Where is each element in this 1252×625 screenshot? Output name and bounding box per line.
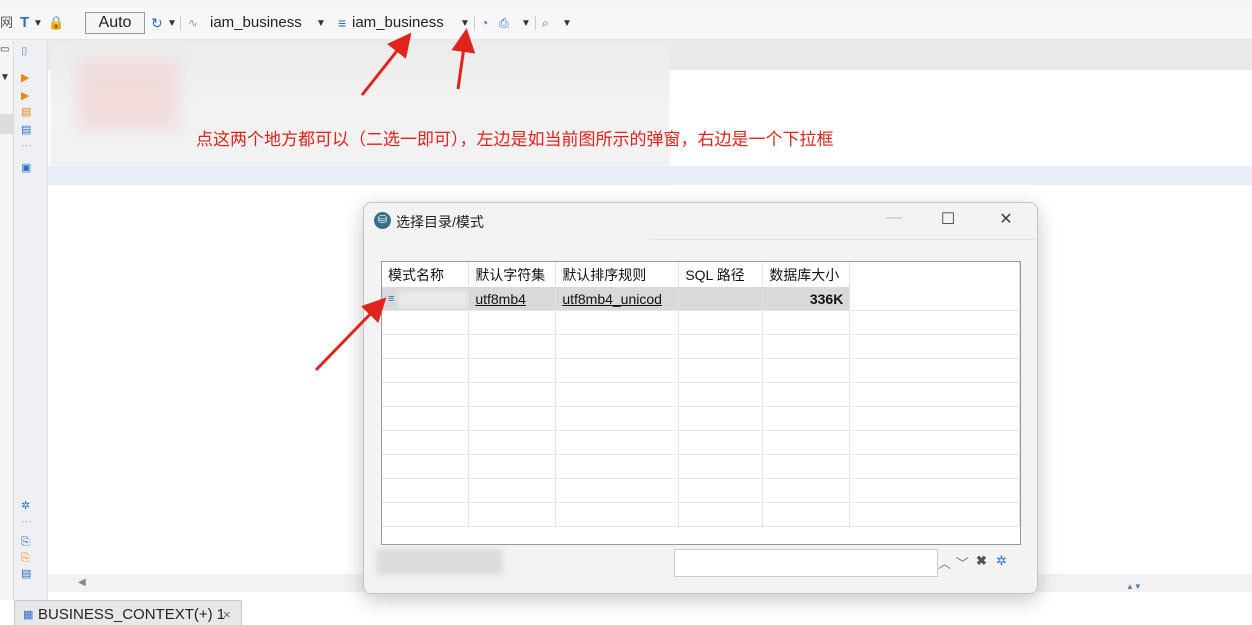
export-icon[interactable]: ⎘ (21, 536, 30, 548)
title-divider (650, 239, 1036, 240)
empty-row (382, 382, 1020, 407)
print-icon[interactable]: ⎙ (499, 13, 509, 33)
filter-settings-icon[interactable]: ✲ (996, 553, 1007, 569)
column-header-empty (849, 262, 1020, 287)
auto-commit-label: Auto (98, 14, 132, 31)
blurred-schema-name (398, 289, 468, 308)
editor-sidebar: ⌷ ▶ ▶ ▤ ▤ ⋯ ▣ ✲ ⋯ ⎘ ⎘ ▤ (14, 40, 48, 600)
empty-row (382, 358, 1020, 383)
clear-filter-icon[interactable]: ✖ (976, 553, 987, 569)
close-button[interactable]: ✕ (992, 209, 1020, 229)
execute-icon[interactable]: ▶ (21, 72, 29, 84)
explain-icon[interactable]: ▤ (21, 124, 31, 136)
connection-selector[interactable]: iam_business (210, 13, 302, 33)
history-icon[interactable]: ↻ (151, 13, 163, 33)
column-header[interactable]: 默认字符集 (468, 262, 557, 287)
chevron-down-icon[interactable]: ﹀ (956, 553, 969, 572)
sidebar-divider: ⋯ (21, 140, 32, 152)
execute-statement-icon[interactable]: ▶ (21, 90, 29, 102)
result-tab-label: BUSINESS_CONTEXT(+) 1 (38, 606, 226, 623)
table-header-row: 模式名称 默认字符集 默认排序规则 SQL 路径 数据库大小 (382, 262, 1020, 287)
scroll-left-icon[interactable]: ◀ (78, 577, 86, 588)
dialog-title: 选择目录/模式 (396, 214, 484, 230)
collation-cell[interactable]: utf8mb4_unicod (555, 287, 680, 311)
result-tab[interactable]: ▦ BUSINESS_CONTEXT(+) 1 × (14, 600, 242, 625)
filter-input[interactable] (674, 549, 938, 577)
search-icon[interactable]: ⌕ (542, 13, 549, 33)
charset-cell[interactable]: utf8mb4 (468, 287, 557, 311)
schema-selector[interactable]: iam_business (352, 13, 444, 33)
blurred-region-red (78, 60, 178, 130)
empty-row (382, 310, 1020, 335)
lock-icon[interactable]: 🔒 (48, 13, 64, 33)
schema-table: 模式名称 默认字符集 默认排序规则 SQL 路径 数据库大小 ≡ utf8mb4… (381, 261, 1021, 545)
toolbar-separator (180, 16, 181, 30)
history-dropdown-icon[interactable]: ▼ (167, 14, 177, 34)
annotation-text: 点这两个地方都可以（二选一即可），左边是如当前图所示的弹窗，右边是一个下拉框 (196, 130, 834, 149)
empty-cell (849, 287, 1020, 311)
empty-row (382, 502, 1020, 527)
sql-path-cell (678, 287, 764, 311)
scroll-right-icon[interactable]: ▲▼ (1126, 582, 1142, 591)
column-header[interactable]: 模式名称 (382, 262, 470, 287)
chevron-up-icon[interactable]: ︿ (938, 553, 951, 572)
sidebar-divider: ⋯ (21, 516, 32, 528)
table-row[interactable]: ≡ utf8mb4 utf8mb4_unicod 336K (382, 287, 1020, 311)
toolbar-separator (535, 16, 536, 30)
database-icon: ≡ (338, 15, 347, 31)
column-header[interactable]: 数据库大小 (762, 262, 851, 287)
text-format-icon[interactable]: T (20, 13, 29, 33)
toolbar-separator (474, 16, 475, 30)
import-icon[interactable]: ⎘ (21, 552, 30, 564)
panel-selection (0, 114, 13, 134)
empty-row (382, 334, 1020, 359)
size-cell: 336K (762, 287, 851, 311)
app-logo-icon: ⛁ (374, 212, 391, 229)
column-header[interactable]: 默认排序规则 (555, 262, 680, 287)
empty-row (382, 478, 1020, 503)
panel-collapse-icon[interactable]: ▼ (0, 72, 10, 83)
menu-strip (0, 0, 1252, 7)
connection-dropdown-icon[interactable]: ▼ (316, 14, 326, 34)
text-format-dropdown-icon[interactable]: ▼ (33, 14, 43, 34)
empty-row (382, 430, 1020, 455)
main-toolbar: ⽹ T ▼ 🔒 Auto ↻ ▼ ∿ iam_business ▼ ≡ iam_… (0, 7, 1252, 40)
minimize-button[interactable]: — (880, 209, 908, 227)
empty-row (382, 406, 1020, 431)
sql-editor-icon[interactable]: ⌷ (21, 46, 28, 58)
select-schema-dialog: ⛁ 选择目录/模式 — ☐ ✕ 模式名称 默认字符集 默认排序规则 SQL 路径… (363, 202, 1038, 594)
current-line-highlight (48, 166, 1252, 185)
schema-dropdown-icon[interactable]: ▼ (460, 14, 470, 34)
format-icon[interactable]: ▤ (21, 568, 31, 580)
toolbar-cut-icon: ⽹ (0, 15, 14, 30)
navigator-panel-edge: ▭ ▼ (0, 40, 14, 600)
panel-icon[interactable]: ▭ (0, 44, 9, 55)
auto-commit-toggle[interactable]: Auto (85, 12, 145, 34)
result-tab-close-icon[interactable]: × (223, 607, 231, 622)
schema-name-cell: ≡ (382, 287, 470, 311)
execute-script-icon[interactable]: ▤ (21, 106, 31, 118)
console-icon[interactable]: ▣ (21, 162, 31, 174)
table-icon: ▦ (23, 609, 34, 621)
search-dropdown-icon[interactable]: ▼ (562, 14, 572, 34)
maximize-button[interactable]: ☐ (934, 209, 962, 229)
empty-row (382, 454, 1020, 479)
column-header[interactable]: SQL 路径 (678, 262, 764, 287)
print-dropdown-icon[interactable]: ▼ (521, 14, 531, 34)
settings-icon[interactable]: ✲ (21, 500, 30, 512)
dashboard-icon[interactable]: ◔ (481, 13, 488, 33)
database-icon: ≡ (388, 293, 395, 306)
blurred-status (376, 549, 503, 575)
connection-icon: ∿ (188, 16, 199, 30)
